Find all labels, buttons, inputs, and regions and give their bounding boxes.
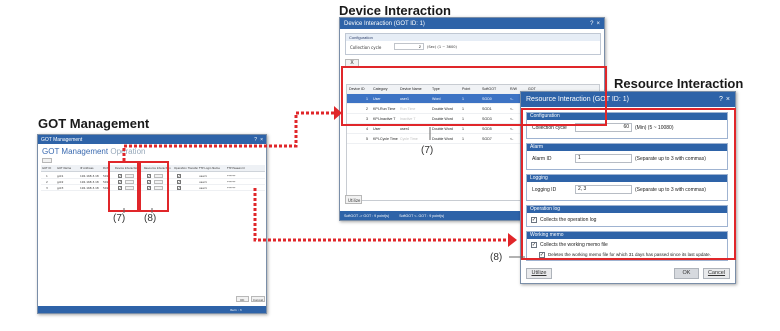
got-operation-tab[interactable]: Operation — [110, 147, 145, 156]
got-resource-callout: (8) — [144, 213, 157, 224]
device-row-cell: Double Word — [432, 126, 453, 131]
device-row-cell: KPI-Cycle Time — [373, 136, 398, 141]
device-configuration-group: Configuration Collection cycle 2 (Sec) (… — [345, 33, 601, 55]
resource-arrow-head — [508, 233, 517, 247]
got-management-heading: GOT Management — [38, 116, 150, 131]
device-configuration-header: Configuration — [346, 34, 600, 41]
got-row-cell: ****** — [227, 180, 236, 184]
device-row-cell: user4 — [400, 126, 409, 131]
ok-button[interactable]: OK — [674, 268, 699, 279]
got-ok-button[interactable]: OK — [236, 296, 249, 302]
device-window-title: Device Interaction (GOT ID: 1) — [344, 20, 425, 27]
resource-interaction-heading: Resource Interaction — [614, 76, 744, 91]
resource-interaction-column-highlight — [137, 161, 169, 212]
got-row-cell: 1 — [46, 174, 48, 178]
got-row-cell: ****** — [227, 174, 236, 178]
got-window-titlebar: GOT Management ? × — [38, 135, 266, 144]
device-status-right: SoftGOT <- GOT : 9 point(s) — [399, 213, 445, 218]
close-icon[interactable]: × — [726, 96, 730, 103]
got-row-cell: got1 — [57, 174, 64, 178]
close-icon[interactable]: × — [260, 137, 263, 143]
got-row-checkbox[interactable]: ✓ — [177, 180, 181, 184]
device-window-titlebar: Device Interaction (GOT ID: 1) ? × — [340, 18, 604, 29]
help-icon[interactable]: ? — [254, 137, 257, 143]
device-row-cell: 5 — [366, 136, 368, 141]
got-cancel-button[interactable]: Cancel — [251, 296, 265, 302]
device-status-left: SoftGOT -> GOT : 9 point(s) — [344, 213, 390, 218]
device-row-cell: Cycle Time — [400, 136, 418, 141]
got-column-header[interactable]: FTP Login Name — [199, 167, 220, 170]
device-row-cell: 1 — [462, 126, 464, 131]
got-row-cell: 2 — [46, 180, 48, 184]
got-row-checkbox[interactable]: ✓ — [177, 174, 181, 178]
got-delete-button[interactable] — [42, 158, 52, 163]
got-column-header[interactable]: Operation Transfer — [174, 167, 198, 170]
device-row-cell: 1 — [462, 136, 464, 141]
close-icon[interactable]: × — [596, 21, 600, 27]
got-page-title: GOT Management Operation — [42, 147, 146, 156]
cancel-button[interactable]: Cancel — [703, 268, 730, 279]
device-collection-cycle-label: Collection cycle — [350, 45, 382, 50]
got-row-cell: user1 — [199, 186, 207, 190]
got-column-header[interactable]: IP Address — [80, 167, 93, 170]
got-row-cell: user1 — [199, 180, 207, 184]
device-row-cell: User — [373, 126, 381, 131]
got-row-checkbox[interactable]: ✓ — [177, 186, 181, 190]
device-row-cell: SGD7 — [482, 136, 492, 141]
device-callout: (7) — [421, 145, 434, 156]
device-utilize-button[interactable]: Utilize — [345, 195, 362, 204]
got-row-cell: got2 — [57, 180, 64, 184]
utilize-button[interactable]: Utilize — [526, 268, 552, 279]
device-interaction-heading: Device Interaction — [339, 3, 451, 18]
device-row-cell: SGD5 — [482, 126, 492, 131]
got-column-header[interactable]: GOT Name — [57, 167, 71, 170]
got-row-cell: 3 — [46, 186, 48, 190]
device-row-cell: Double Word — [432, 136, 453, 141]
help-icon[interactable]: ? — [719, 96, 723, 103]
got-row-cell: 192.168.3.18 — [80, 174, 99, 178]
got-row-cell: user1 — [199, 174, 207, 178]
device-collection-cycle-unit: (Sec) (1 ~ 3600) — [427, 45, 457, 49]
got-row-cell: ****** — [227, 186, 236, 190]
got-status-bar: Item : 3 — [38, 306, 266, 313]
help-icon[interactable]: ? — [590, 21, 593, 27]
got-column-header[interactable]: FTP Password — [227, 167, 245, 170]
got-device-callout: (7) — [113, 213, 126, 224]
device-collection-cycle-input[interactable]: 2 — [394, 43, 424, 50]
resource-callout: (8) — [490, 252, 503, 263]
got-window-title: GOT Management — [41, 136, 83, 143]
resource-settings-highlight — [521, 108, 736, 260]
got-row-cell: 192.168.3.18 — [80, 186, 99, 190]
got-column-header[interactable]: GOT ID — [42, 167, 51, 170]
device-row-cell: 4 — [366, 126, 368, 131]
got-row-cell: got3 — [57, 186, 64, 190]
got-row-cell: 192.168.3.18 — [80, 180, 99, 184]
